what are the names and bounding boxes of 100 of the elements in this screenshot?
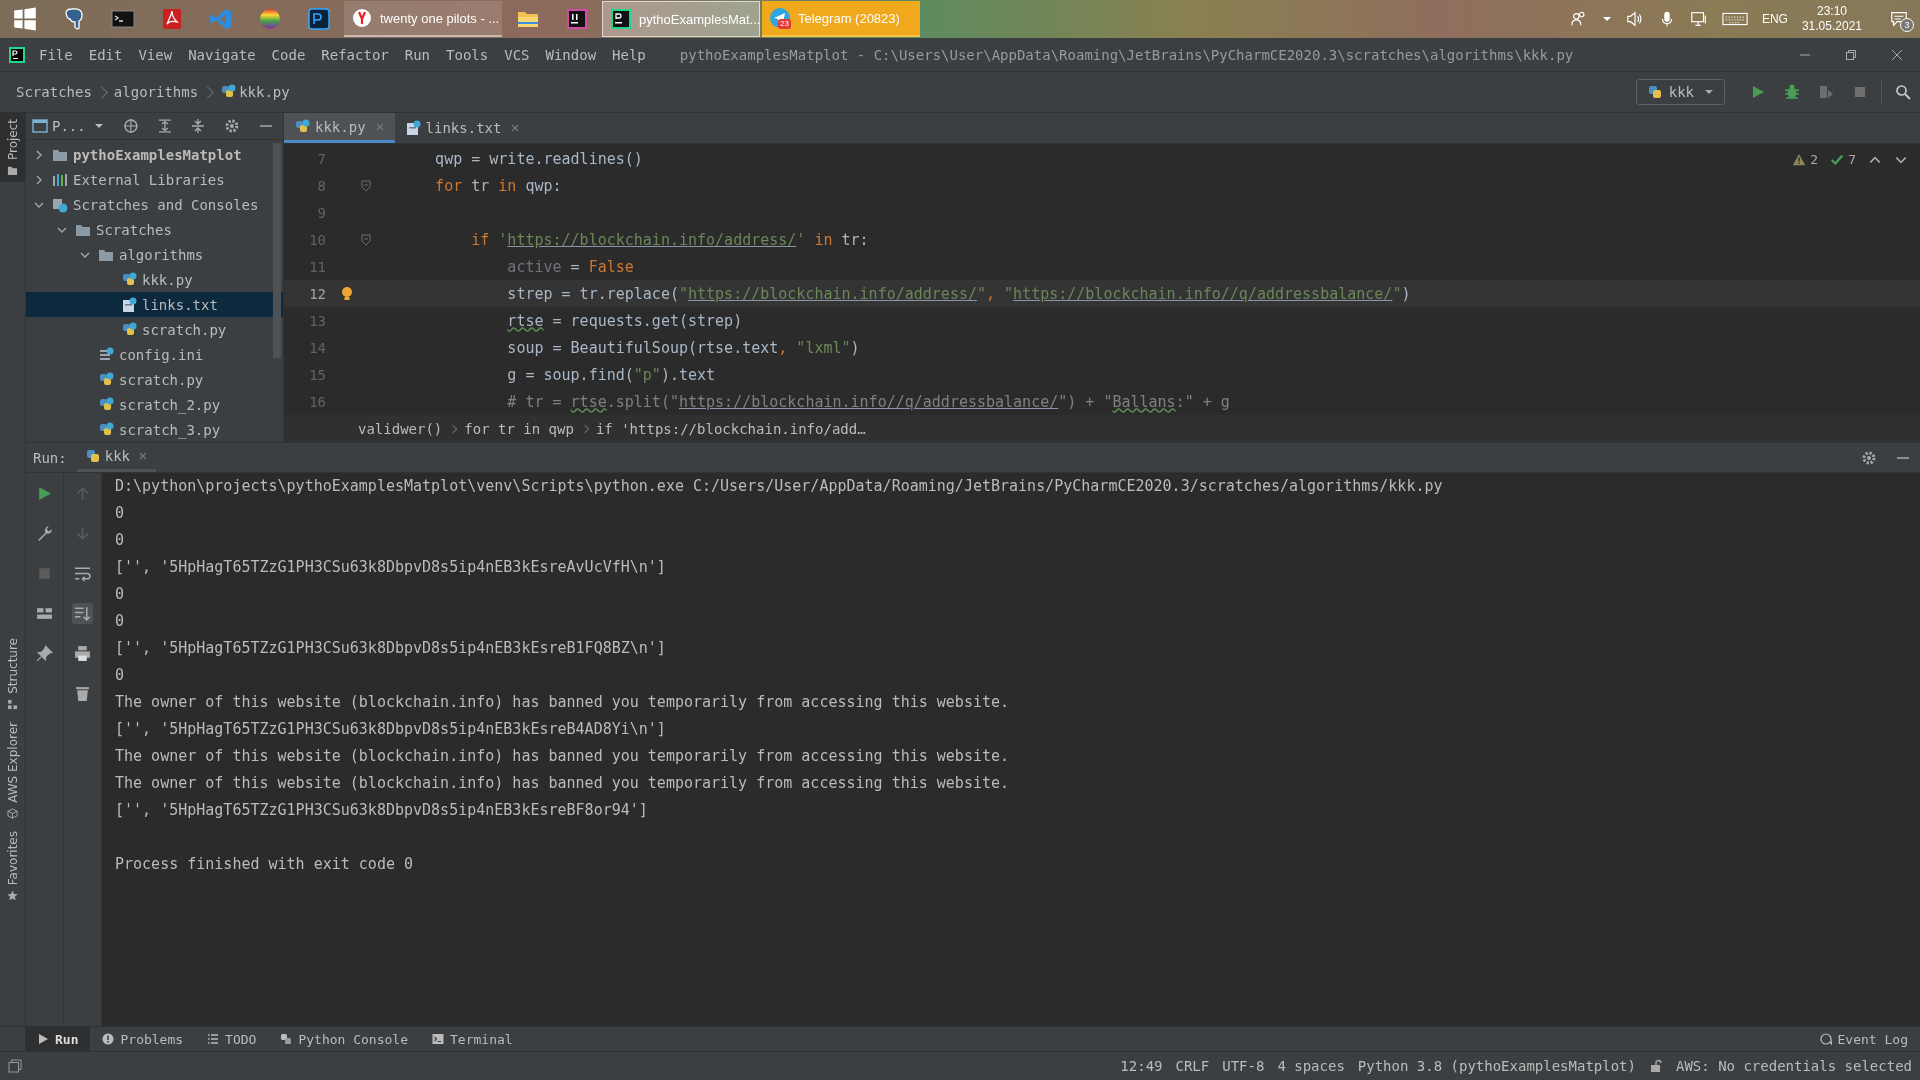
tree-item[interactable]: config.ini <box>26 342 283 367</box>
tool-window-tab[interactable]: Structure <box>0 632 25 716</box>
caret-icon <box>1704 87 1714 97</box>
cube-icon <box>7 807 18 819</box>
status-item[interactable]: AWS: No credentials selected <box>1676 1058 1912 1074</box>
taskbar-window[interactable]: 23 Telegram (20823) <box>762 1 920 37</box>
chevron-right-icon[interactable] <box>34 174 44 185</box>
tree-item[interactable]: Scratches <box>26 217 283 242</box>
crosshair-icon[interactable] <box>122 118 139 134</box>
keyboard-icon[interactable] <box>1721 10 1748 28</box>
run-config-dropdown[interactable]: kkk <box>1635 79 1725 105</box>
collapse-all-icon[interactable] <box>190 118 207 134</box>
tree-item[interactable]: scratch_2.py <box>26 392 283 417</box>
console-line: ['', '5HpHagT65TZzG1PH3CSu63k8DbpvD8s5ip4nEB3kEsreB1FQ8BZ\n'] <box>115 638 667 659</box>
tree-item[interactable]: External Libraries <box>26 167 283 192</box>
speaker-icon[interactable] <box>1625 10 1644 28</box>
editor-tab[interactable]: links.txt <box>394 113 531 143</box>
tree-item[interactable]: scratch.py <box>26 317 283 342</box>
python-file-icon <box>121 271 137 288</box>
tool-window-tab[interactable]: Python Console <box>268 1027 420 1051</box>
breadcrumb[interactable]: Scratches <box>16 84 92 100</box>
language-indicator[interactable]: ENG <box>1761 12 1788 26</box>
terminal-icon[interactable] <box>110 7 135 31</box>
rainbow-ball-icon[interactable] <box>257 7 282 31</box>
menu-item[interactable]: Edit <box>80 46 131 63</box>
tree-item[interactable]: scratch.py <box>26 367 283 392</box>
menu-item[interactable]: File <box>31 46 81 63</box>
terminal-icon <box>432 1033 444 1045</box>
taskbar-window[interactable]: twenty one pilots - ... <box>344 1 502 37</box>
menu-item[interactable]: Window <box>537 46 605 63</box>
menu-item[interactable]: Run <box>396 46 439 63</box>
menu-item[interactable]: Tools <box>438 46 497 63</box>
breadcrumb[interactable]: algorithms <box>113 84 199 100</box>
python-file-icon <box>121 321 137 338</box>
code-line: strep = tr.replace("https://blockchain.info/address/", "https://blockchain.info//q/addressbalance/") <box>507 284 1411 303</box>
tool-window-tab[interactable]: Terminal <box>420 1027 525 1051</box>
fold-marker-icon[interactable] <box>361 233 371 246</box>
tree-item[interactable]: scratch_3.py <box>26 417 283 442</box>
menu-item[interactable]: Refactor <box>313 46 397 63</box>
editor-tab[interactable]: kkk.py <box>284 113 395 143</box>
close-icon[interactable] <box>138 451 148 461</box>
bug-icon[interactable] <box>1784 84 1800 100</box>
line-number: 13 <box>308 312 326 329</box>
printer-icon[interactable] <box>72 643 93 664</box>
search-icon[interactable] <box>1895 84 1911 100</box>
lightbulb-icon[interactable] <box>341 285 353 302</box>
tree-item[interactable]: Scratches and Consoles <box>26 192 283 217</box>
padlock-icon[interactable] <box>1649 1059 1663 1073</box>
tool-window-tab[interactable]: TODO <box>195 1027 269 1051</box>
status-item[interactable]: 4 spaces <box>1277 1058 1345 1074</box>
caret-up-icon[interactable] <box>1601 14 1612 24</box>
tool-window-tab[interactable]: Run <box>25 1027 91 1051</box>
people-icon[interactable] <box>1569 10 1588 28</box>
view-selector[interactable]: P... <box>26 118 104 134</box>
line-number: 7 <box>316 150 326 167</box>
scroll-to-end-icon[interactable] <box>72 603 93 624</box>
tool-window-tab[interactable]: Favorites <box>0 824 25 907</box>
tool-window-tab[interactable]: AWS Explorer <box>0 715 25 825</box>
expand-all-icon[interactable] <box>156 118 173 134</box>
menu-item[interactable]: VCS <box>496 46 538 63</box>
console-line: The owner of this website (blockchain.info) has banned you temporarily from accessing this website. <box>115 692 1011 713</box>
run-icon[interactable] <box>1750 84 1766 100</box>
pin-icon[interactable] <box>34 643 55 664</box>
menu-item[interactable]: Code <box>263 46 314 63</box>
python-file-icon <box>220 84 237 100</box>
close-icon[interactable] <box>510 123 521 133</box>
ps-icon[interactable] <box>306 7 331 31</box>
menu-item[interactable]: View <box>130 46 181 63</box>
status-item[interactable]: UTF-8 <box>1222 1058 1265 1074</box>
line-number: 15 <box>308 366 326 383</box>
status-item[interactable]: 12:49 <box>1120 1058 1163 1074</box>
check-icon[interactable] <box>1830 152 1845 167</box>
tree-item[interactable]: links.txt <box>26 292 283 317</box>
tree-item[interactable]: pythoExamplesMatplot <box>26 142 283 167</box>
menu-item[interactable]: Help <box>604 46 654 63</box>
network-icon[interactable] <box>1689 10 1708 28</box>
chevron-right-icon[interactable] <box>34 149 44 160</box>
tree-item[interactable]: kkk.py <box>26 267 283 292</box>
caret-icon <box>93 121 104 131</box>
breadcrumb[interactable]: for tr in qwp <box>464 420 574 437</box>
status-item[interactable]: CRLF <box>1175 1058 1210 1074</box>
scrollbar[interactable] <box>273 143 281 358</box>
tree-item[interactable]: algorithms <box>26 242 283 267</box>
notification-icon[interactable] <box>1890 10 1908 28</box>
breadcrumb[interactable]: kkk.py <box>220 84 290 100</box>
event-log-tab[interactable]: Event Log <box>1807 1027 1920 1051</box>
windows-start-icon[interactable] <box>12 7 37 31</box>
console-line: 0 <box>115 503 126 524</box>
settings-icon[interactable] <box>1861 449 1877 466</box>
fold-marker-icon[interactable] <box>361 179 371 192</box>
menu-item[interactable]: Navigate <box>180 46 264 63</box>
clock[interactable]: 23:10 31.05.2021 <box>1801 4 1862 34</box>
breadcrumb[interactable]: validwer() <box>358 420 443 437</box>
panels-icon[interactable] <box>8 1059 22 1073</box>
breadcrumb[interactable]: if 'https://blockchain.info/add… <box>595 420 866 437</box>
tool-window-tab[interactable]: Problems <box>90 1027 196 1051</box>
ide-icon[interactable] <box>564 7 589 31</box>
tool-window-tab[interactable]: Project <box>0 113 25 183</box>
settings-icon[interactable] <box>224 118 241 134</box>
status-item[interactable]: Python 3.8 (pythoExamplesMatplot) <box>1357 1058 1636 1074</box>
